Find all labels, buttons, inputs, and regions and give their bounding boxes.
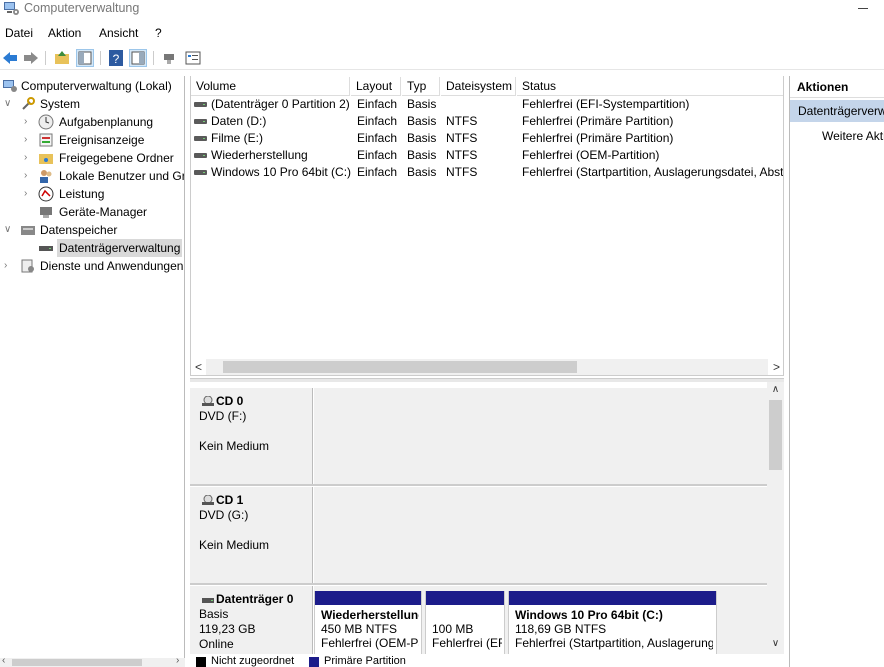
disk-info: CD 1 DVD (G:) Kein Medium: [190, 487, 313, 583]
users-icon: [40, 170, 52, 183]
chevron-down-icon[interactable]: ∨: [4, 221, 14, 239]
volume-icon: [194, 153, 207, 158]
volume-icon: [194, 119, 207, 124]
action-weitere-aktionen[interactable]: Weitere Aktionen: [822, 129, 884, 143]
chevron-right-icon[interactable]: ›: [24, 185, 34, 203]
forward-arrow-icon[interactable]: [22, 49, 40, 67]
column-header-volume[interactable]: Volume: [191, 77, 350, 96]
disk-space: Wiederherstellung 450 MB NTFS Fehlerfrei…: [314, 586, 768, 654]
cd-drive-icon: [202, 495, 214, 505]
performance-icon: [38, 186, 54, 202]
disk-info: Datenträger 0 Basis 119,23 GB Online: [190, 586, 313, 654]
chevron-right-icon[interactable]: ›: [24, 149, 34, 167]
partition-windows-c[interactable]: Windows 10 Pro 64bit (C:) 118,69 GB NTFS…: [508, 591, 717, 654]
table-row[interactable]: Windows 10 Pro 64bit (C:) Einfach Basis …: [191, 164, 783, 181]
connect-icon[interactable]: [160, 49, 178, 67]
volume-list-header: Volume Layout Typ Dateisystem Status: [191, 77, 783, 96]
chevron-right-icon[interactable]: ›: [24, 113, 34, 131]
show-actions-button[interactable]: [129, 49, 147, 67]
console-tree: Computerverwaltung (Lokal) ∨ System › Au…: [0, 76, 185, 658]
volume-icon: [194, 136, 207, 141]
scroll-left-icon[interactable]: <: [191, 359, 206, 375]
scroll-up-icon[interactable]: ∧: [767, 384, 784, 395]
disk-view: CD 0 DVD (F:) Kein Medium CD 1 DVD (G:) …: [190, 382, 784, 654]
storage-icon: [21, 226, 35, 235]
disk-vertical-scrollbar[interactable]: ∧ ∨: [767, 382, 784, 654]
shared-folder-icon: [39, 154, 53, 164]
primary-partition-bar: [426, 591, 504, 605]
legend: Nicht zugeordnet Primäre Partition: [190, 655, 784, 667]
disk-management-icon: [39, 246, 53, 251]
volume-icon: [194, 102, 207, 107]
help-icon[interactable]: ?: [107, 49, 125, 67]
chevron-right-icon[interactable]: ›: [24, 131, 34, 149]
column-header-status[interactable]: Status: [517, 77, 783, 96]
window-title: Computerverwaltung: [24, 1, 140, 15]
table-row[interactable]: Wiederherstellung Einfach Basis NTFS Feh…: [191, 147, 783, 164]
tools-icon: [22, 97, 35, 110]
table-row[interactable]: (Datenträger 0 Partition 2) Einfach Basi…: [191, 96, 783, 113]
disk-row-cd0[interactable]: CD 0 DVD (F:) Kein Medium: [190, 388, 768, 486]
scroll-left-icon[interactable]: ‹: [2, 655, 5, 666]
action-pane-icon: [131, 51, 145, 65]
device-manager-icon: [40, 207, 52, 218]
disk-space: [314, 388, 768, 484]
console-tree-icon: [78, 51, 92, 65]
up-folder-icon[interactable]: [53, 49, 71, 67]
toolbar: ?: [0, 46, 884, 70]
disk-info: CD 0 DVD (F:) Kein Medium: [190, 388, 313, 484]
menu-aktion[interactable]: Aktion: [48, 26, 81, 40]
column-header-dateisystem[interactable]: Dateisystem: [441, 77, 516, 96]
svg-text:?: ?: [113, 52, 120, 66]
services-icon: [21, 259, 34, 273]
disk-row-disk0[interactable]: Datenträger 0 Basis 119,23 GB Online Wie…: [190, 586, 768, 654]
menu-datei[interactable]: Datei: [5, 26, 33, 40]
scroll-right-icon[interactable]: >: [769, 359, 783, 375]
partition-wiederherstellung[interactable]: Wiederherstellung 450 MB NTFS Fehlerfrei…: [314, 591, 422, 654]
tree-horizontal-scrollbar[interactable]: ‹ ›: [0, 655, 185, 667]
volume-icon: [194, 170, 207, 175]
column-header-layout[interactable]: Layout: [351, 77, 401, 96]
table-row[interactable]: Daten (D:) Einfach Basis NTFS Fehlerfrei…: [191, 113, 783, 130]
properties-icon[interactable]: [184, 49, 202, 67]
computer-management-icon: [3, 80, 17, 92]
chevron-right-icon[interactable]: ›: [24, 167, 34, 185]
scroll-thumb[interactable]: [223, 361, 577, 373]
actions-section-datentraegerverwaltung[interactable]: Datenträgerverwaltung: [790, 100, 884, 122]
title-bar: Computerverwaltung: [0, 0, 884, 22]
minimize-button[interactable]: [858, 8, 868, 9]
partition-efi[interactable]: 100 MB Fehlerfrei (EFI-Systempartition): [425, 591, 505, 654]
legend-swatch-primary: [309, 657, 319, 667]
scroll-thumb[interactable]: [769, 400, 782, 470]
primary-partition-bar: [315, 591, 421, 605]
actions-header: Aktionen: [790, 76, 884, 98]
chevron-right-icon[interactable]: ›: [4, 257, 14, 275]
event-viewer-icon: [39, 133, 53, 147]
column-header-typ[interactable]: Typ: [402, 77, 440, 96]
show-tree-button[interactable]: [76, 49, 94, 67]
volume-list: Volume Layout Typ Dateisystem Status (Da…: [190, 76, 784, 376]
hard-disk-icon: [202, 598, 214, 603]
legend-label: Nicht zugeordnet: [211, 655, 295, 667]
disk-row-cd1[interactable]: CD 1 DVD (G:) Kein Medium: [190, 487, 768, 585]
legend-label: Primäre Partition: [324, 655, 406, 667]
back-arrow-icon[interactable]: [1, 49, 19, 67]
chevron-down-icon[interactable]: ∨: [4, 95, 14, 113]
menu-bar: Datei Aktion Ansicht ?: [0, 25, 884, 43]
volume-horizontal-scrollbar[interactable]: < >: [191, 359, 783, 375]
menu-help[interactable]: ?: [155, 26, 162, 40]
actions-pane: Aktionen Datenträgerverwaltung Weitere A…: [789, 76, 884, 667]
primary-partition-bar: [509, 591, 716, 605]
scroll-right-icon[interactable]: ›: [176, 655, 179, 666]
disk-space: [314, 487, 768, 583]
cd-drive-icon: [202, 396, 214, 406]
menu-ansicht[interactable]: Ansicht: [99, 26, 138, 40]
scroll-thumb[interactable]: [12, 659, 142, 666]
computer-management-icon: [4, 2, 19, 15]
legend-swatch-unallocated: [196, 657, 206, 667]
clock-icon: [38, 114, 54, 130]
table-row[interactable]: Filme (E:) Einfach Basis NTFS Fehlerfrei…: [191, 130, 783, 147]
scroll-down-icon[interactable]: ∨: [767, 638, 784, 649]
